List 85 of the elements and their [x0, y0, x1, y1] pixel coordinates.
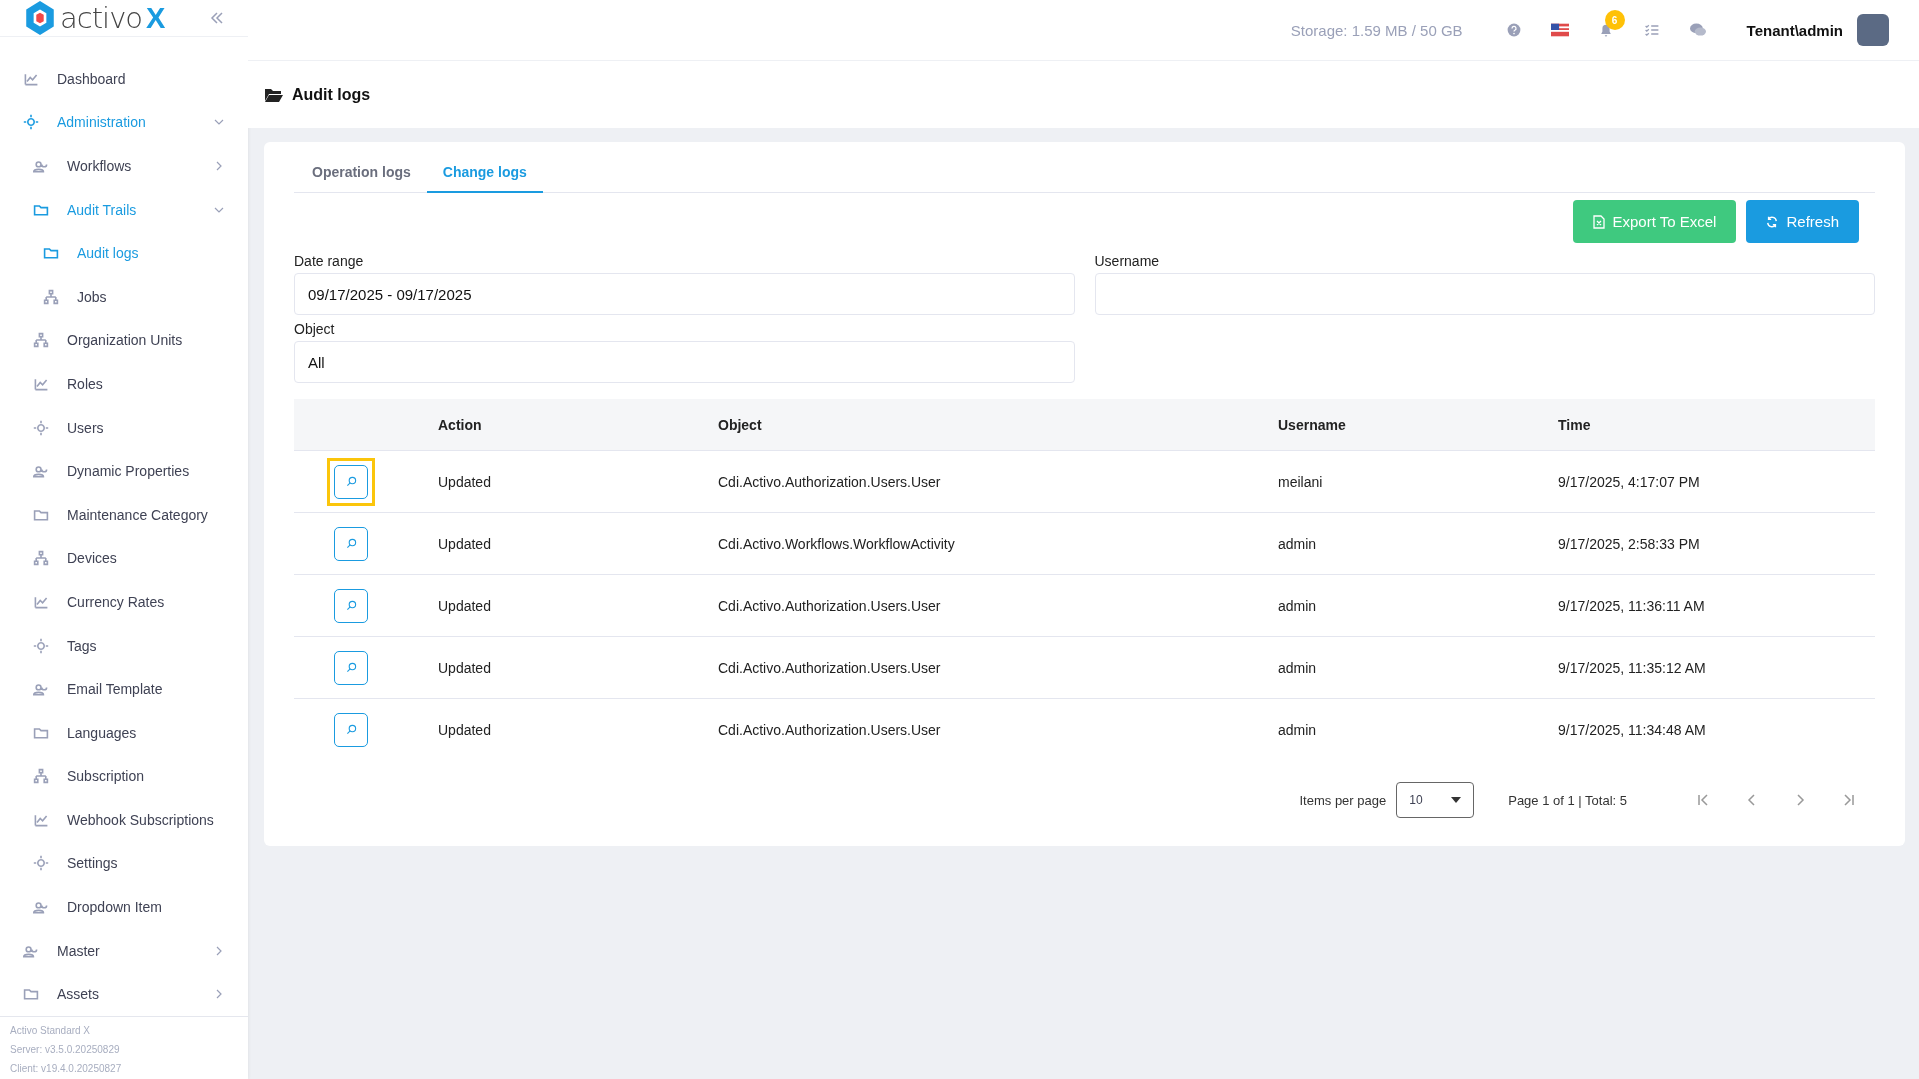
chat-icon[interactable] [1688, 22, 1707, 38]
column-header: Action [438, 416, 483, 433]
table-cell-text: admin [1278, 659, 1318, 676]
table-cell-text: meilani [1278, 473, 1324, 490]
logo[interactable]: activoX [24, 0, 166, 36]
notification-badge: 6 [1604, 10, 1625, 30]
last-page-icon[interactable] [1841, 793, 1855, 807]
field-label: Object [294, 321, 336, 337]
nav-item[interactable]: Subscription [0, 754, 248, 799]
object-field[interactable]: All [294, 341, 1075, 383]
tab[interactable]: Operation logs [296, 154, 427, 193]
table-cell-text: Cdi.Activo.Authorization.Users.User [718, 659, 942, 676]
nav-item[interactable]: Webhook Subscriptions [0, 798, 248, 842]
table-cell-text: 9/17/2025, 11:35:12 AM [1558, 659, 1707, 676]
nav-item[interactable]: Roles [0, 362, 248, 406]
search-button[interactable] [334, 650, 368, 685]
search-icon [345, 662, 357, 673]
table-cell-text: Updated [438, 535, 492, 552]
username-field[interactable] [1094, 273, 1875, 315]
caret-icon [1451, 797, 1462, 803]
storage-text: Storage: 1.59 MB / 50 GB [1290, 21, 1463, 39]
table-cell-text: 9/17/2025, 4:17:07 PM [1558, 473, 1701, 490]
page-summary: Page 1 of 1 | Total: 5 [1508, 792, 1627, 808]
column-header: Username [1278, 416, 1347, 433]
nav-item[interactable]: Devices [0, 536, 248, 581]
table-cell-text: Updated [438, 721, 492, 738]
page-size-dropdown[interactable]: 10 [1396, 782, 1475, 818]
first-page-icon[interactable] [1697, 793, 1711, 807]
nav-item[interactable]: Tags [0, 623, 248, 668]
table-cell-text: Updated [438, 473, 492, 490]
search-button[interactable] [334, 712, 368, 747]
nav-item[interactable]: Master [0, 928, 248, 973]
table-cell-text: 9/17/2025, 11:36:11 AM [1558, 597, 1706, 614]
chevron-icon [214, 945, 224, 956]
collapse-icon[interactable] [210, 11, 224, 25]
nav-item[interactable]: Languages [0, 710, 248, 755]
table-cell-text: admin [1278, 721, 1318, 738]
column-header: Time [1558, 416, 1592, 433]
version-text: Client: v19.4.0.20250827 [10, 1062, 123, 1077]
search-button[interactable] [334, 464, 368, 499]
nav-item[interactable]: Maintenance Category [0, 492, 248, 537]
search-icon [345, 476, 357, 487]
page-title: Audit logs [292, 85, 371, 104]
table-cell-text: Updated [438, 659, 492, 676]
table-cell-text: 9/17/2025, 11:34:48 AM [1558, 721, 1707, 738]
nav-item[interactable]: Email Template [0, 667, 248, 711]
nav-item[interactable]: Jobs [0, 274, 248, 319]
table-cell-text: Updated [438, 597, 492, 614]
refresh-icon [1766, 214, 1779, 229]
field-label: Date range [294, 253, 365, 269]
avatar[interactable] [1857, 14, 1889, 46]
nav-item[interactable]: Dropdown Item [0, 885, 248, 929]
table-cell-text: admin [1278, 535, 1318, 552]
search-icon [345, 600, 357, 611]
nav-item[interactable]: Users [0, 405, 248, 450]
date-range-field[interactable]: 09/17/2025 - 09/17/2025 [294, 273, 1075, 315]
file-icon [1592, 214, 1605, 229]
nav-item[interactable]: Dashboard [0, 57, 248, 101]
version-text: Server: v3.5.0.20250829 [10, 1043, 121, 1058]
field-label: Username [1094, 253, 1161, 269]
version-text: Activo Standard X [10, 1024, 92, 1039]
search-icon [345, 538, 357, 549]
table-cell-text: Cdi.Activo.Authorization.Users.User [718, 721, 942, 738]
folder-icon [264, 86, 284, 103]
column-header: Object [718, 416, 763, 433]
chevron-icon [214, 989, 224, 1000]
table-cell-text: admin [1278, 597, 1318, 614]
nav-item[interactable]: Organization Units [0, 318, 248, 363]
table-cell-text: Cdi.Activo.Workflows.WorkflowActivity [718, 535, 956, 552]
flag-icon[interactable] [1550, 22, 1569, 38]
search-icon [345, 724, 357, 735]
user-name[interactable]: Tenant\admin [1746, 21, 1843, 39]
checklist-icon[interactable] [1642, 22, 1661, 38]
table-cell-text: Cdi.Activo.Authorization.Users.User [718, 473, 942, 490]
table-cell-text: Cdi.Activo.Authorization.Users.User [718, 597, 942, 614]
chevron-icon [214, 161, 224, 171]
table-cell-text: 9/17/2025, 2:58:33 PM [1558, 535, 1701, 552]
nav-item[interactable]: Dynamic Properties [0, 449, 248, 493]
items-per-page-label: Items per page [1299, 792, 1387, 808]
search-button[interactable] [334, 588, 368, 623]
nav-item[interactable]: Assets [0, 972, 248, 1017]
nav-item[interactable]: Workflows [0, 144, 248, 188]
nav-item[interactable]: Currency Rates [0, 580, 248, 624]
search-button[interactable] [334, 526, 368, 561]
nav-item[interactable]: Settings [0, 841, 248, 886]
